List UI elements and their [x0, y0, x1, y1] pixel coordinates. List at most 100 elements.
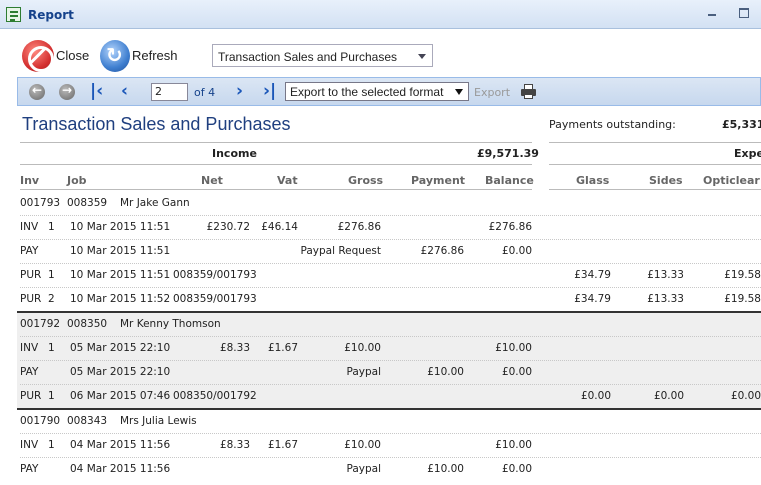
cell-sides: £0.00 [653, 390, 684, 402]
cell-sides: £13.33 [647, 269, 684, 281]
cell-sides: £13.33 [647, 293, 684, 305]
chevron-down-icon [455, 89, 463, 95]
report-body: Transaction Sales and Purchases Payments… [17, 107, 761, 485]
cell-n: 1 [48, 269, 55, 281]
cell-type: PUR [20, 269, 42, 281]
row-divider [20, 360, 761, 361]
cell-gross: Paypal Request [300, 245, 381, 257]
cell-balance: £276.86 [488, 221, 532, 233]
cell-gross: £10.00 [344, 439, 381, 451]
page-number-input[interactable]: 2 [151, 83, 188, 101]
row-divider [20, 239, 761, 240]
cell-n: 1 [48, 221, 55, 233]
forward-icon[interactable] [59, 83, 75, 100]
cell-payment: £10.00 [427, 463, 464, 475]
group-customer-name: Mrs Julia Lewis [120, 415, 197, 427]
cell-balance: £10.00 [495, 439, 532, 451]
export-format-value: Export to the selected format [290, 85, 444, 99]
divider [20, 164, 532, 165]
cell-net: £8.33 [219, 439, 250, 451]
export-format-select[interactable]: Export to the selected format [285, 82, 469, 101]
cell-net: £8.33 [219, 342, 250, 354]
next-page-icon[interactable]: › [236, 81, 243, 101]
cell-type: PAY [20, 366, 39, 378]
column-header-sides: Sides [649, 174, 683, 187]
group-invoice-number: 001792 [20, 318, 61, 330]
cell-type: PUR [20, 390, 42, 402]
group-job-number: 008350 [67, 318, 108, 330]
income-label: Income [212, 147, 257, 160]
report-type-select[interactable]: Transaction Sales and Purchases [212, 44, 433, 67]
cell-opticlear: £19.58 [724, 269, 761, 281]
action-bar: Close Refresh Transaction Sales and Purc… [0, 30, 761, 76]
payments-outstanding-value: £5,331 [722, 118, 761, 131]
group-invoice-number: 001790 [20, 415, 61, 427]
print-icon[interactable] [521, 84, 536, 99]
column-header-opticlear: Opticlear [703, 174, 760, 187]
group-customer-name: Mr Kenny Thomson [120, 318, 221, 330]
row-divider [20, 215, 761, 216]
cell-opticlear: £0.00 [730, 390, 761, 402]
divider [549, 142, 761, 143]
group-divider [17, 408, 761, 410]
cell-vat: £1.67 [267, 439, 298, 451]
back-icon[interactable] [29, 83, 45, 100]
cell-ref: 008359/001793 [173, 269, 257, 281]
maximize-button[interactable] [737, 6, 751, 20]
previous-page-icon[interactable]: ‹ [121, 81, 128, 101]
cell-balance: £10.00 [495, 342, 532, 354]
cell-payment: £10.00 [427, 366, 464, 378]
cell-type: PAY [20, 463, 39, 475]
column-header-balance: Balance [485, 174, 534, 187]
payments-outstanding-label: Payments outstanding: [549, 118, 676, 131]
cell-type: PUR [20, 293, 42, 305]
report-title: Transaction Sales and Purchases [22, 114, 291, 134]
divider [20, 142, 532, 143]
close-button[interactable]: Close [22, 40, 94, 72]
cell-date: 06 Mar 2015 07:46 [70, 390, 171, 402]
cell-date: 04 Mar 2015 11:56 [70, 463, 171, 475]
last-page-icon[interactable]: ›| [263, 81, 276, 101]
cell-payment: £276.86 [420, 245, 464, 257]
page-count: of 4 [194, 86, 216, 99]
cell-date: 10 Mar 2015 11:51 [70, 245, 171, 257]
cell-n: 1 [48, 390, 55, 402]
close-icon [22, 40, 54, 72]
column-header-net: Net [201, 174, 223, 187]
column-header-payment: Payment [411, 174, 466, 187]
minimize-button[interactable] [705, 6, 719, 20]
export-button[interactable]: Export [474, 86, 510, 99]
divider [549, 164, 761, 165]
cell-glass: £34.79 [574, 269, 611, 281]
row-divider [20, 384, 761, 385]
cell-opticlear: £19.58 [724, 293, 761, 305]
row-divider [20, 263, 761, 264]
cell-balance: £0.00 [501, 245, 532, 257]
group-job-number: 008359 [67, 197, 108, 209]
row-divider [20, 433, 761, 434]
cell-n: 1 [48, 439, 55, 451]
group-invoice-number: 001793 [20, 197, 61, 209]
first-page-icon[interactable]: |‹ [90, 81, 103, 101]
divider [549, 189, 761, 190]
column-header-job: Job [67, 174, 87, 187]
cell-date: 10 Mar 2015 11:51 [70, 221, 171, 233]
refresh-button[interactable]: Refresh [100, 40, 190, 72]
cell-date: 10 Mar 2015 11:52 [70, 293, 171, 305]
cell-date: 10 Mar 2015 11:51 [70, 269, 171, 281]
row-divider [20, 287, 761, 288]
divider [20, 189, 532, 190]
chevron-down-icon [418, 54, 426, 59]
cell-glass: £0.00 [580, 390, 611, 402]
cell-gross: Paypal [346, 463, 381, 475]
cell-balance: £0.00 [501, 463, 532, 475]
column-header-inv: Inv [20, 174, 40, 187]
cell-vat: £46.14 [261, 221, 298, 233]
cell-ref: 008359/001793 [173, 293, 257, 305]
close-label: Close [56, 48, 90, 63]
cell-glass: £34.79 [574, 293, 611, 305]
column-header-gross: Gross [348, 174, 384, 187]
title-bar: Report [0, 0, 761, 29]
cell-n: 1 [48, 342, 55, 354]
group-divider [17, 311, 761, 313]
